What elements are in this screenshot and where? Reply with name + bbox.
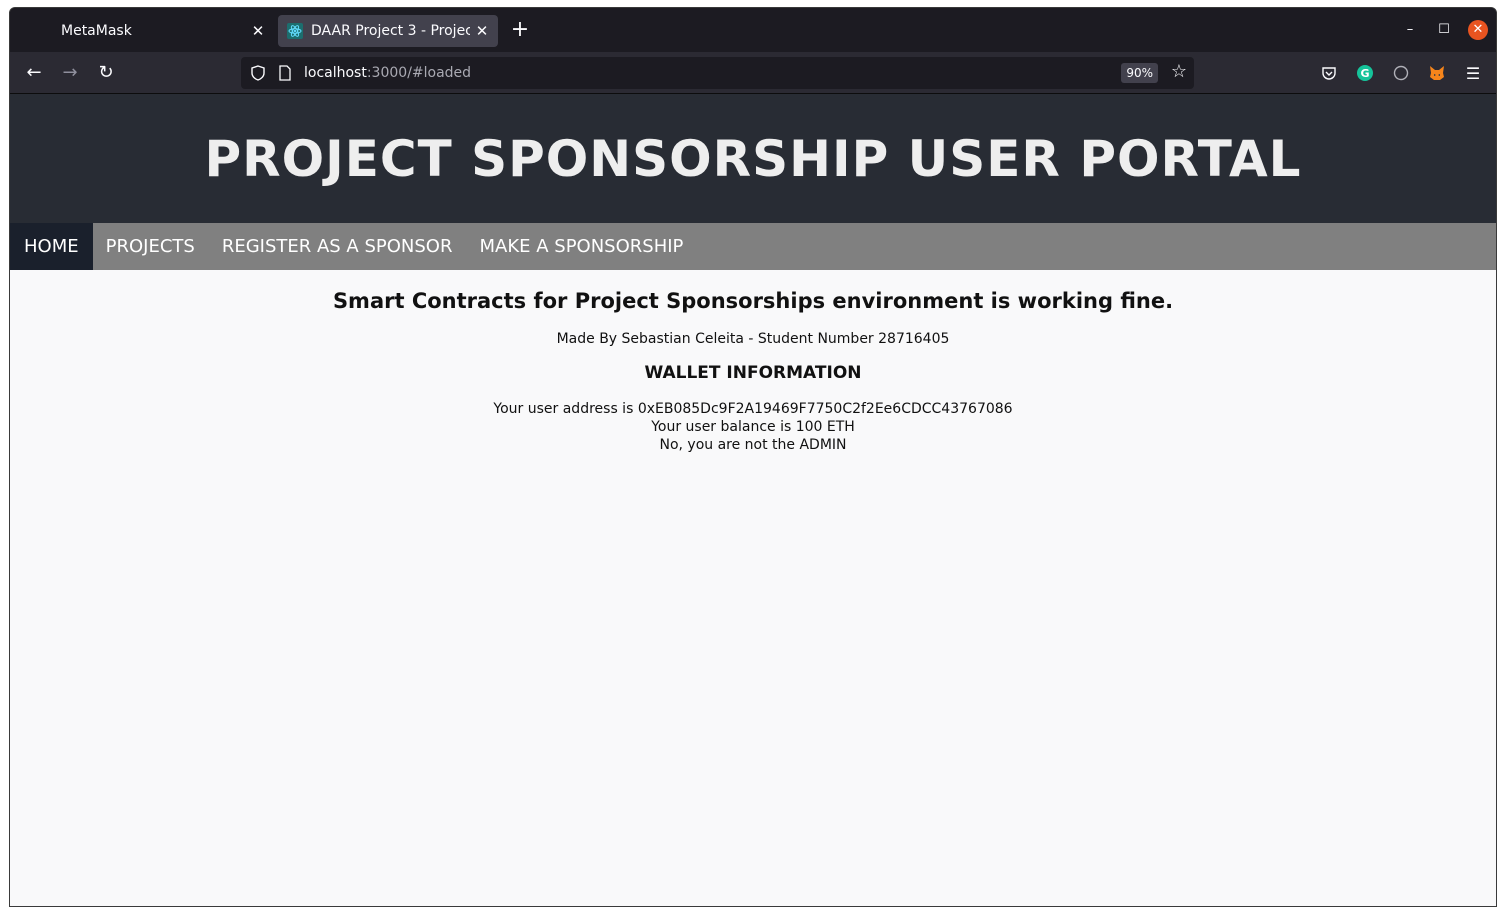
main-content: Smart Contracts for Project Sponsorships… xyxy=(10,289,1496,454)
url-path: :3000/#loaded xyxy=(366,65,472,81)
react-icon xyxy=(287,23,303,39)
grammarly-icon[interactable]: G xyxy=(1354,62,1376,84)
tab-metamask[interactable]: MetaMask ✕ xyxy=(16,15,274,47)
url-host: localhost xyxy=(304,65,367,81)
pocket-icon[interactable] xyxy=(1318,62,1340,84)
shield-icon[interactable] xyxy=(250,65,266,81)
portal-title: PROJECT SPONSORSHIP USER PORTAL xyxy=(204,129,1302,188)
menu-icon[interactable]: ☰ xyxy=(1462,62,1484,84)
tab-daar-project[interactable]: DAAR Project 3 - Project ✕ xyxy=(278,15,498,47)
tab-title: DAAR Project 3 - Project xyxy=(311,23,470,39)
close-tab-icon[interactable]: ✕ xyxy=(470,22,494,40)
site-nav: HOME PROJECTS REGISTER AS A SPONSOR MAKE… xyxy=(10,223,1496,270)
forward-icon[interactable]: → xyxy=(58,61,82,85)
user-address: Your user address is 0xEB085Dc9F2A19469F… xyxy=(493,401,1013,417)
nav-home[interactable]: HOME xyxy=(10,223,93,270)
bookmark-star-icon[interactable]: ☆ xyxy=(1171,61,1187,82)
wallet-info: Your user address is 0xEB085Dc9F2A19469F… xyxy=(10,400,1496,454)
url-bar[interactable]: localhost:3000/#loaded 90% ☆ xyxy=(241,57,1194,89)
admin-status: No, you are not the ADMIN xyxy=(659,437,847,453)
portal-header: PROJECT SPONSORSHIP USER PORTAL xyxy=(10,94,1496,223)
back-icon[interactable]: ← xyxy=(22,61,46,85)
nav-register-sponsor[interactable]: REGISTER AS A SPONSOR xyxy=(209,223,467,270)
tab-title: MetaMask xyxy=(61,23,132,39)
web-page: PROJECT SPONSORSHIP USER PORTAL HOME PRO… xyxy=(10,94,1496,906)
url-text[interactable]: localhost:3000/#loaded xyxy=(304,65,471,81)
page-icon xyxy=(278,65,292,81)
svg-text:G: G xyxy=(1360,67,1369,80)
author-credit: Made By Sebastian Celeita - Student Numb… xyxy=(556,331,950,347)
nav-make-sponsorship[interactable]: MAKE A SPONSORSHIP xyxy=(466,223,697,270)
user-balance: Your user balance is 100 ETH xyxy=(651,419,855,435)
browser-window: MetaMask ✕ DAAR Project 3 - Project ✕ + … xyxy=(9,7,1497,907)
nav-toolbar: ← → ↻ localhost:3000/#loaded 90% ☆ G ☰ xyxy=(10,52,1496,94)
close-tab-icon[interactable]: ✕ xyxy=(246,22,270,40)
wallet-heading: WALLET INFORMATION xyxy=(644,363,862,383)
extension-circle-icon[interactable] xyxy=(1390,62,1412,84)
reload-icon[interactable]: ↻ xyxy=(94,61,118,85)
nav-projects[interactable]: PROJECTS xyxy=(93,223,209,270)
new-tab-icon[interactable]: + xyxy=(508,17,532,45)
close-window-icon[interactable]: ✕ xyxy=(1468,20,1488,40)
zoom-level[interactable]: 90% xyxy=(1121,63,1158,83)
status-heading: Smart Contracts for Project Sponsorships… xyxy=(332,289,1174,313)
metamask-fox-icon[interactable] xyxy=(1426,62,1448,84)
tab-strip: MetaMask ✕ DAAR Project 3 - Project ✕ + … xyxy=(10,8,1496,52)
minimize-icon[interactable]: – xyxy=(1400,20,1420,40)
maximize-icon[interactable]: ☐ xyxy=(1434,20,1454,40)
